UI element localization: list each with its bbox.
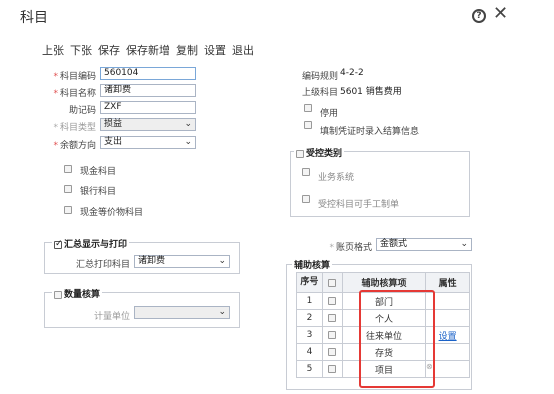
ledger-label: * 账页格式 <box>329 243 372 253</box>
voucher-info-label: 填制凭证时录入结算信息 <box>320 127 420 137</box>
manual-label: 受控科目可手工制单 <box>318 200 400 210</box>
row-seq: 2 <box>296 309 323 327</box>
business-label: 业务系统 <box>318 173 355 183</box>
summary-print-label: 汇总打印科目 <box>75 260 130 270</box>
name-input[interactable]: 诸卸费 <box>100 84 196 97</box>
mnemonic-label: 助记码 <box>68 106 96 116</box>
select-all-header <box>321 272 343 293</box>
chevron-down-icon: ⌄ <box>184 137 192 147</box>
help-icon[interactable]: ? <box>472 9 486 23</box>
row-seq: 3 <box>296 326 323 344</box>
copy-button[interactable]: 复制 <box>176 42 198 58</box>
summary-checkbox[interactable] <box>54 239 63 249</box>
summary-print-select[interactable]: 诸卸费 ⌄ <box>134 255 230 268</box>
row-checkbox[interactable] <box>328 314 337 322</box>
cash-equiv-label: 现金等价物科目 <box>80 208 144 218</box>
row-checkbox[interactable] <box>328 348 337 356</box>
summary-group-title: 汇总显示与打印 <box>52 237 130 250</box>
save-new-button[interactable]: 保存新增 <box>126 42 170 58</box>
prev-button[interactable]: 上张 <box>42 42 64 58</box>
quantity-group-title: 数量核算 <box>52 287 103 300</box>
cash-equiv-checkbox[interactable] <box>64 206 72 214</box>
unit-select[interactable]: ⌄ <box>134 306 230 319</box>
parent-value: 5601 销售费用 <box>340 87 402 97</box>
direction-label: * 余额方向 <box>53 141 96 151</box>
row-select-cell <box>321 292 343 310</box>
ledger-select[interactable]: 金额式 ⌄ <box>376 238 472 251</box>
next-button[interactable]: 下张 <box>70 42 92 58</box>
row-checkbox[interactable] <box>328 331 337 339</box>
toolbar: 上张 下张 保存 保存新增 复制 设置 退出 <box>42 42 254 58</box>
manual-checkbox[interactable] <box>302 195 310 203</box>
chevron-down-icon: ⌄ <box>184 119 192 129</box>
settings-link[interactable]: 设置 <box>439 332 457 342</box>
chevron-down-icon: ⌄ <box>460 239 468 249</box>
name-label: * 科目名称 <box>53 89 96 99</box>
row-select-cell <box>321 309 343 327</box>
row-seq: 1 <box>296 292 323 310</box>
row-select-cell <box>321 343 343 361</box>
bank-label: 银行科目 <box>80 187 117 197</box>
seq-header: 序号 <box>296 272 323 293</box>
type-label: * 科目类型 <box>53 123 96 133</box>
cash-label: 现金科目 <box>80 167 117 177</box>
parent-label: 上级科目 <box>302 88 339 98</box>
window-title: 科目 <box>20 10 48 26</box>
select-all-checkbox[interactable] <box>328 278 337 287</box>
code-label: * 科目编码 <box>53 72 96 82</box>
chevron-down-icon: ⌄ <box>218 256 226 266</box>
quantity-checkbox[interactable] <box>54 290 62 299</box>
voucher-info-checkbox[interactable] <box>304 121 312 129</box>
direction-select[interactable]: 支出 ⌄ <box>100 136 196 149</box>
code-input[interactable]: 560104 <box>100 67 196 80</box>
cash-checkbox[interactable] <box>64 165 72 173</box>
disabled-label: 停用 <box>320 109 339 119</box>
row-checkbox[interactable] <box>328 365 337 373</box>
unit-label: 计量单位 <box>93 312 130 322</box>
code-rule-value: 4-2-2 <box>340 68 364 78</box>
control-group-title: 受控类别 <box>294 146 345 159</box>
close-icon[interactable]: ✕ <box>493 4 508 24</box>
watermark-icon: ⊗ <box>426 362 433 371</box>
save-button[interactable]: 保存 <box>98 42 120 58</box>
exit-button[interactable]: 退出 <box>232 42 254 58</box>
highlight-box <box>359 290 435 388</box>
row-seq: 5 <box>296 360 323 378</box>
disabled-checkbox[interactable] <box>304 104 312 112</box>
type-select[interactable]: 损益 ⌄ <box>100 118 196 131</box>
bank-checkbox[interactable] <box>64 185 72 193</box>
row-select-cell <box>321 326 343 344</box>
row-select-cell <box>321 360 343 378</box>
row-seq: 4 <box>296 343 323 361</box>
control-checkbox[interactable] <box>296 149 304 158</box>
mnemonic-input[interactable]: ZXF <box>100 101 196 114</box>
chevron-down-icon: ⌄ <box>218 307 226 317</box>
code-rule-label: 编码规则 <box>302 72 339 82</box>
title-bar: 科目 ? ✕ <box>0 0 554 34</box>
settings-button[interactable]: 设置 <box>204 42 226 58</box>
row-checkbox[interactable] <box>328 297 337 305</box>
business-checkbox[interactable] <box>302 168 310 176</box>
aux-group-title: 辅助核算 <box>292 258 333 271</box>
